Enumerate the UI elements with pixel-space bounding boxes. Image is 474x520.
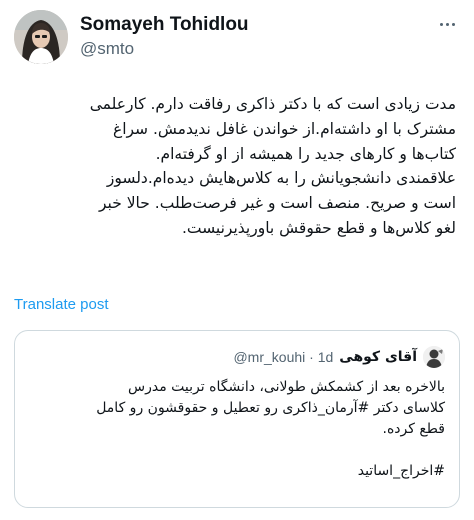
author-display-name[interactable]: Somayeh Tohidlou xyxy=(80,14,249,36)
tweet-text-line: لغو کلاس‌ها و قطع حقوقش باورپذیرنیست. xyxy=(181,218,456,237)
more-horizontal-icon[interactable] xyxy=(436,14,458,34)
quoted-hashtag-line[interactable]: #اخراج_اساتید xyxy=(29,461,445,482)
author-names: Somayeh Tohidlou @smto xyxy=(80,14,249,60)
author-handle[interactable]: @smto xyxy=(80,38,249,60)
quoted-avatar-image xyxy=(423,346,445,368)
tweet-text-line: است و صریح. منصف است و غیر فرصت‌طلب. حال… xyxy=(98,194,456,213)
quoted-text-line: کلاسای دکتر #آرمان_ذاکری رو تعطیل و حقوق… xyxy=(96,400,445,416)
quoted-post[interactable]: @mr_kouhi · 1d آقای کوهی بالاخره بعد از … xyxy=(14,330,460,508)
tweet-text-line: مشترک با او داشته‌ام.از خواندن غافل ندید… xyxy=(112,119,456,138)
quoted-text-line: قطع کرده. xyxy=(382,421,446,437)
author-avatar-image xyxy=(14,10,68,64)
tweet-text-line: مدت زیادی است که با دکتر ذاکری رفاقت دار… xyxy=(89,95,456,113)
quoted-display-name: آقای کوهی xyxy=(339,349,417,365)
tweet-text: مدت زیادی است که با دکتر ذاکری رفاقت دار… xyxy=(16,92,456,241)
translate-post-link[interactable]: Translate post xyxy=(14,296,109,313)
quoted-author-avatar xyxy=(423,346,445,368)
post-header: Somayeh Tohidlou @smto xyxy=(14,10,460,66)
quoted-post-header: @mr_kouhi · 1d آقای کوهی xyxy=(233,345,445,369)
tweet-text-line: علاقمندی دانشجویانش را به کلاس‌هایش دیده… xyxy=(106,169,456,188)
author-avatar[interactable] xyxy=(14,10,68,64)
quoted-text-line: بالاخره بعد از کشمکش طولانی، دانشگاه ترب… xyxy=(128,379,445,395)
quoted-post-text: بالاخره بعد از کشمکش طولانی، دانشگاه ترب… xyxy=(29,377,445,482)
tweet-text-line: کتاب‌ها و کارهای جدید را همیشه از او گرف… xyxy=(155,144,456,163)
quoted-handle-and-time: @mr_kouhi · 1d xyxy=(233,349,334,365)
